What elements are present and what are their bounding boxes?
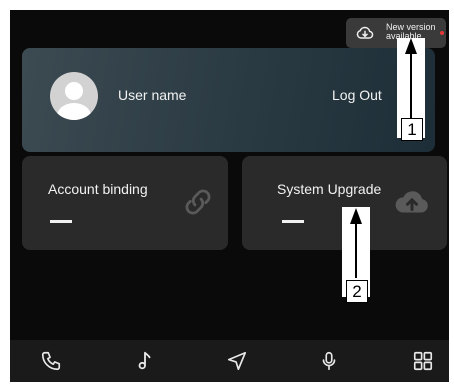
callout-2-arrow xyxy=(350,208,362,278)
callout-arrows xyxy=(350,38,417,278)
callout-2-label: 2 xyxy=(346,280,368,303)
callout-1-arrow xyxy=(405,38,417,118)
callout-1-label: 1 xyxy=(401,118,423,141)
